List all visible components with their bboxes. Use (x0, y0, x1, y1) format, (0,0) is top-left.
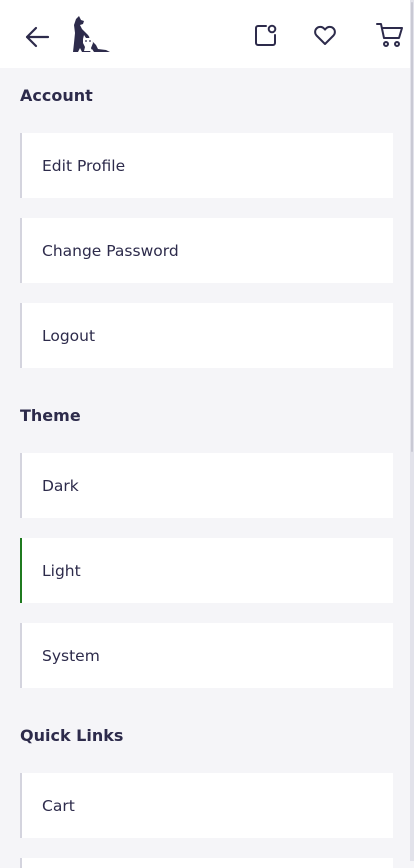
heart-icon[interactable] (313, 24, 337, 46)
menu-item-label: Change Password (42, 241, 179, 260)
theme-option-label: System (42, 646, 100, 665)
theme-option-dark[interactable]: Dark (20, 453, 393, 518)
quick-link-label: Cart (42, 796, 75, 815)
share-icon[interactable] (254, 23, 278, 47)
menu-item-change-password[interactable]: Change Password (20, 218, 393, 283)
cart-icon[interactable] (376, 22, 404, 48)
theme-option-system[interactable]: System (20, 623, 393, 688)
menu-item-edit-profile[interactable]: Edit Profile (20, 133, 393, 198)
menu-item-label: Edit Profile (42, 156, 126, 175)
theme-option-label: Dark (42, 476, 79, 495)
quick-link-cart[interactable]: Cart (20, 773, 393, 838)
theme-option-light[interactable]: Light (20, 538, 393, 603)
theme-option-label: Light (42, 561, 81, 580)
quick-link-partial[interactable] (20, 858, 393, 868)
section-title-theme: Theme (20, 406, 81, 425)
menu-item-logout[interactable]: Logout (20, 303, 393, 368)
section-title-account: Account (20, 86, 93, 105)
menu-item-label: Logout (42, 326, 96, 345)
section-title-quick-links: Quick Links (20, 726, 124, 745)
scrollbar-thumb[interactable] (411, 2, 413, 452)
arrow-left-icon[interactable] (24, 25, 50, 49)
top-app-bar (0, 0, 410, 68)
dog-and-cat-logo[interactable] (70, 15, 112, 53)
scrollbar[interactable] (410, 0, 414, 861)
